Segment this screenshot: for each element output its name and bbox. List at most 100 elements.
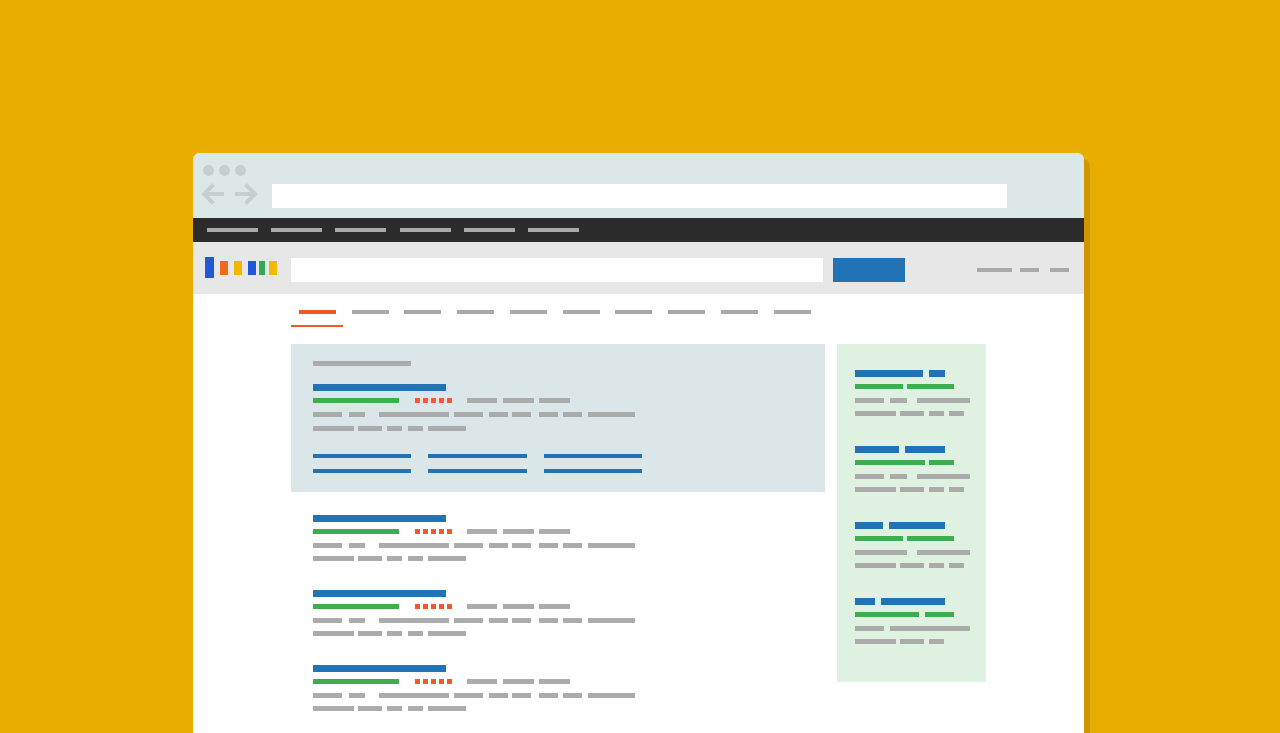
- tab[interactable]: [774, 310, 811, 314]
- tab[interactable]: [615, 310, 652, 314]
- sidebar-text: [855, 398, 884, 403]
- result-url[interactable]: [313, 604, 399, 609]
- nav-link[interactable]: [271, 228, 322, 232]
- result-title-link[interactable]: [313, 590, 446, 597]
- rating-star: [439, 679, 444, 684]
- snippet-word: [588, 693, 635, 698]
- tab[interactable]: [352, 310, 389, 314]
- tab[interactable]: [457, 310, 494, 314]
- window-dot-minimize[interactable]: [219, 165, 230, 176]
- snippet-word: [379, 693, 449, 698]
- snippet-word: [563, 412, 582, 417]
- forward-arrow-icon[interactable]: [234, 183, 258, 205]
- featured-result: [291, 344, 825, 492]
- logo-bar: [220, 261, 228, 275]
- search-button[interactable]: [833, 258, 905, 282]
- result-url[interactable]: [313, 529, 399, 534]
- sidebar-text: [855, 550, 907, 555]
- search-input[interactable]: [291, 258, 823, 282]
- sitelink[interactable]: [313, 469, 411, 473]
- snippet-word: [512, 693, 531, 698]
- sidebar-text: [929, 411, 944, 416]
- sidebar-panel: [837, 344, 986, 682]
- snippet-word: [539, 543, 558, 548]
- sidebar-title-link[interactable]: [855, 446, 899, 453]
- sidebar-text: [855, 626, 884, 631]
- snippet-word: [313, 543, 342, 548]
- sidebar-url[interactable]: [929, 460, 954, 465]
- result-url[interactable]: [313, 679, 399, 684]
- sidebar-title-link[interactable]: [889, 522, 945, 529]
- sidebar-title-link[interactable]: [855, 370, 923, 377]
- snippet-word: [313, 618, 342, 623]
- nav-link[interactable]: [335, 228, 386, 232]
- sidebar-title-link[interactable]: [855, 522, 883, 529]
- sidebar-text: [890, 398, 907, 403]
- header-link[interactable]: [1050, 268, 1069, 272]
- result-title-link[interactable]: [313, 384, 446, 391]
- sitelink[interactable]: [313, 454, 411, 458]
- snippet-word: [313, 693, 342, 698]
- snippet-word: [313, 631, 354, 636]
- tab[interactable]: [668, 310, 705, 314]
- snippet-word: [563, 618, 582, 623]
- snippet-word: [313, 426, 354, 431]
- snippet-word: [563, 693, 582, 698]
- header-link[interactable]: [1020, 268, 1039, 272]
- sitelink[interactable]: [428, 454, 527, 458]
- address-bar[interactable]: [272, 184, 1007, 208]
- rating-star: [439, 398, 444, 403]
- sidebar-title-link[interactable]: [929, 370, 945, 377]
- sidebar-title-link[interactable]: [905, 446, 945, 453]
- sidebar-url[interactable]: [855, 612, 919, 617]
- result-meta: [503, 604, 534, 609]
- back-arrow-icon[interactable]: [201, 183, 225, 205]
- snippet-word: [379, 412, 449, 417]
- sidebar-url[interactable]: [855, 536, 903, 541]
- snippet-word: [387, 631, 402, 636]
- snippet-word: [408, 631, 423, 636]
- sidebar-title-link[interactable]: [881, 598, 945, 605]
- result-url[interactable]: [313, 398, 399, 403]
- sitelink[interactable]: [544, 469, 642, 473]
- result-meta: [467, 529, 497, 534]
- sidebar-url[interactable]: [925, 612, 954, 617]
- result-meta: [503, 398, 534, 403]
- search-header: [193, 242, 1084, 294]
- nav-link[interactable]: [464, 228, 515, 232]
- nav-link[interactable]: [400, 228, 451, 232]
- window-dot-close[interactable]: [203, 165, 214, 176]
- sidebar-url[interactable]: [907, 536, 954, 541]
- tab[interactable]: [510, 310, 547, 314]
- result-title-link[interactable]: [313, 515, 446, 522]
- header-link[interactable]: [977, 268, 1012, 272]
- rating-star: [439, 604, 444, 609]
- sidebar-url[interactable]: [855, 460, 925, 465]
- logo-bar: [269, 261, 277, 275]
- window-dot-maximize[interactable]: [235, 165, 246, 176]
- tab[interactable]: [404, 310, 441, 314]
- result-title-link[interactable]: [313, 665, 446, 672]
- sitelink[interactable]: [428, 469, 527, 473]
- sidebar-url[interactable]: [907, 384, 954, 389]
- snippet-word: [454, 412, 483, 417]
- featured-heading: [313, 361, 411, 366]
- snippet-word: [379, 618, 449, 623]
- snippet-word: [539, 618, 558, 623]
- nav-link[interactable]: [528, 228, 579, 232]
- tab[interactable]: [563, 310, 600, 314]
- sidebar-text: [949, 411, 964, 416]
- sidebar-url[interactable]: [855, 384, 903, 389]
- result-meta: [539, 679, 570, 684]
- sidebar-title-link[interactable]: [855, 598, 875, 605]
- rating-star: [415, 679, 420, 684]
- rating-star: [439, 529, 444, 534]
- tab[interactable]: [721, 310, 758, 314]
- snippet-word: [358, 706, 382, 711]
- sidebar-text: [929, 487, 944, 492]
- snippet-word: [358, 631, 382, 636]
- sitelink[interactable]: [544, 454, 642, 458]
- nav-link[interactable]: [207, 228, 258, 232]
- snippet-word: [563, 543, 582, 548]
- tab-active[interactable]: [299, 310, 336, 314]
